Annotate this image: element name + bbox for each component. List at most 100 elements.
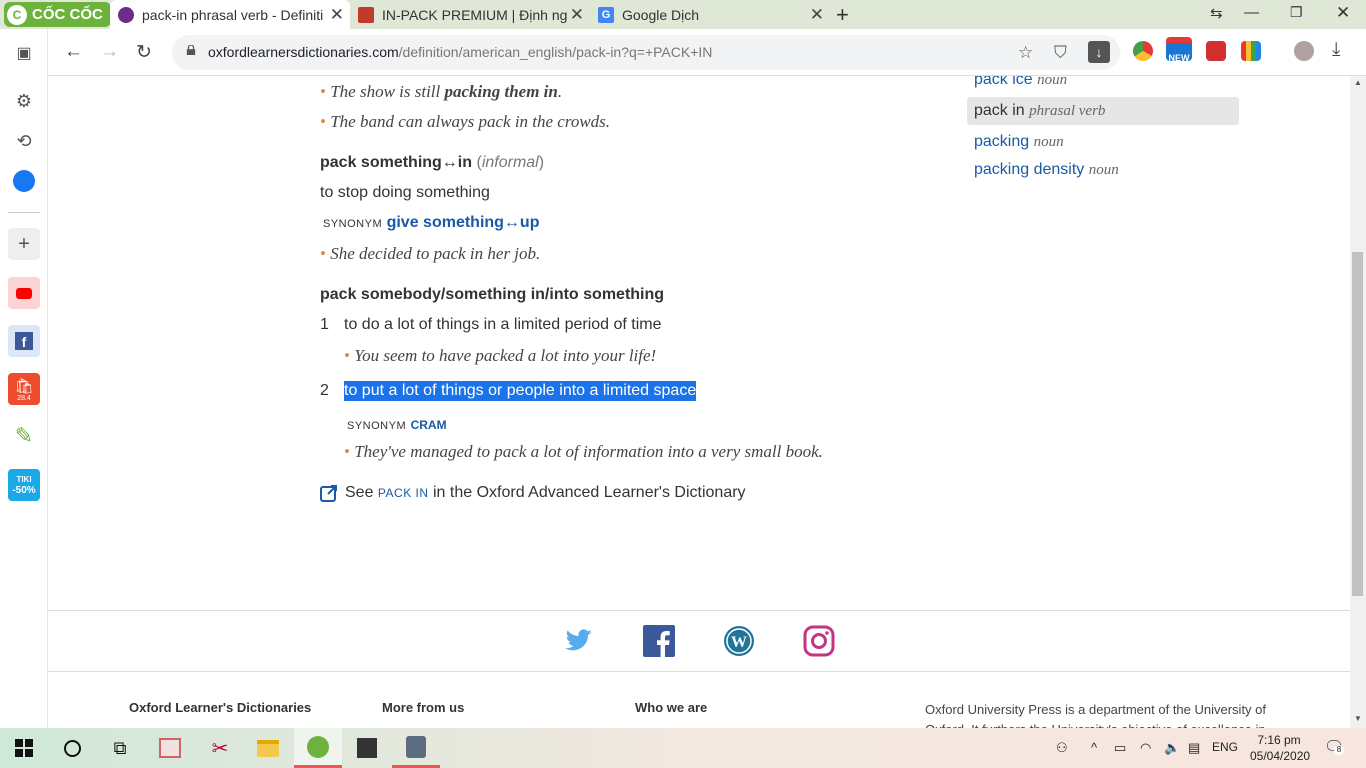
restore-tabs-icon[interactable]: ⇆: [1210, 4, 1223, 22]
vertical-scrollbar[interactable]: ▲ ▼: [1350, 76, 1366, 728]
forward-button[interactable]: →: [100, 41, 119, 63]
battery-icon[interactable]: ▭: [1114, 740, 1126, 756]
facebook-icon[interactable]: [643, 625, 675, 657]
extension-chrome-icon[interactable]: [1133, 41, 1153, 61]
related-pos: noun: [1037, 76, 1068, 88]
related-entry-packing-density[interactable]: packing density noun: [967, 156, 1239, 184]
example-sentence: • She decided to pack in her job.: [320, 244, 541, 263]
extension-colors-icon[interactable]: [1241, 41, 1261, 61]
synonym-line: SYNONYM give something↔up: [323, 214, 539, 232]
twitter-icon[interactable]: [562, 625, 594, 657]
related-entry-pack-in[interactable]: pack in phrasal verb: [967, 97, 1239, 125]
messenger-icon[interactable]: [8, 165, 40, 197]
scroll-up-icon[interactable]: ▲: [1354, 78, 1362, 87]
windows-start-icon[interactable]: [0, 728, 48, 768]
lock-icon: [186, 45, 196, 55]
example-text: She decided to pack in her job.: [330, 244, 541, 263]
bookmark-star-icon[interactable]: ☆: [1018, 43, 1033, 63]
maximize-button[interactable]: ❐: [1290, 4, 1303, 21]
related-entry-pack-ice[interactable]: pack ice noun: [967, 76, 1239, 94]
sidebar-toggle-icon[interactable]: ▣: [8, 37, 40, 69]
notification-count: 8: [1334, 745, 1344, 755]
related-entry-packing[interactable]: packing noun: [967, 128, 1239, 156]
example-text: The show is still: [330, 82, 445, 101]
definition: to do a lot of things in a limited perio…: [344, 316, 662, 333]
task-view-icon[interactable]: ⧉: [96, 728, 144, 768]
example-text: The band can always pack in the crowds.: [330, 112, 611, 131]
sense-number: 2: [320, 382, 329, 399]
people-icon[interactable]: ⚇: [1056, 740, 1068, 756]
related-pos: noun: [1088, 162, 1119, 178]
synonym-link[interactable]: give something↔up: [387, 214, 540, 231]
facebook-icon[interactable]: f: [8, 325, 40, 357]
shopee-icon[interactable]: 🛍 28.4: [8, 373, 40, 405]
url-path: /definition/american_english/pack-in?q=+…: [398, 44, 713, 60]
tiki-label: TIKI: [16, 475, 32, 484]
wifi-icon[interactable]: ◠: [1140, 740, 1151, 756]
display-icon[interactable]: ▤: [1188, 740, 1200, 756]
sticky-notes-icon[interactable]: [343, 728, 391, 768]
example-text: They've managed to pack a lot of informa…: [354, 442, 823, 461]
svg-text:W: W: [731, 634, 747, 651]
paint-app-icon[interactable]: ✂: [196, 728, 244, 768]
history-icon[interactable]: ⟲: [8, 125, 40, 157]
wordpress-icon[interactable]: W: [723, 625, 755, 657]
coccoc-sidebar-icon[interactable]: ✎: [8, 420, 40, 452]
footer-heading: Oxford Learner's Dictionaries: [129, 700, 312, 715]
scrollbar-thumb[interactable]: [1352, 252, 1363, 596]
tab-pack-in[interactable]: pack-in phrasal verb - Definiti ✕: [110, 0, 350, 29]
notifications-icon[interactable]: 🗨8: [1324, 737, 1344, 757]
app-grid-icon[interactable]: [146, 728, 194, 768]
synonym-line: SYNONYM CRAM: [347, 416, 447, 434]
close-tab-icon[interactable]: ✕: [330, 5, 344, 25]
close-tab-icon[interactable]: ✕: [810, 5, 824, 25]
profile-avatar[interactable]: [1294, 41, 1314, 61]
tab-google-translate[interactable]: G Google Dịch ✕: [590, 0, 830, 29]
back-button[interactable]: ←: [64, 41, 83, 63]
download-icon[interactable]: ↓: [1088, 41, 1110, 63]
file-explorer-icon[interactable]: [244, 728, 292, 768]
tab-in-pack[interactable]: IN-PACK PREMIUM | Định ngh ✕: [350, 0, 590, 29]
oald-link[interactable]: PACK IN: [378, 486, 429, 500]
coccoc-logo[interactable]: C CỐC CỐC: [4, 2, 111, 27]
clock-time: 7:16 pm: [1257, 733, 1301, 747]
downloads-icon[interactable]: ⤓: [1332, 39, 1340, 61]
related-word: packing density: [974, 161, 1085, 178]
footer-divider: [48, 671, 1350, 672]
definition-selected: to put a lot of things or people into a …: [344, 381, 697, 401]
new-tab-button[interactable]: +: [836, 2, 849, 28]
instagram-icon[interactable]: [803, 625, 835, 657]
phrasal-verb-headword: pack somebody/something in/into somethin…: [320, 286, 665, 303]
synonym-link[interactable]: CRAM: [411, 418, 447, 432]
close-window-button[interactable]: ✕: [1336, 3, 1350, 23]
volume-icon[interactable]: 🔈: [1164, 740, 1180, 756]
oxford-favicon-icon: [118, 6, 134, 23]
url-host: oxfordlearnersdictionaries.com: [208, 44, 399, 60]
example-bold: packing them in: [444, 82, 558, 101]
see-also-line: See PACK IN in the Oxford Advanced Learn…: [320, 484, 746, 502]
add-sidebar-item-icon[interactable]: +: [8, 228, 40, 260]
settings-gear-icon[interactable]: ⚙: [8, 85, 40, 117]
shield-icon[interactable]: ⛉: [1054, 43, 1067, 63]
tray-chevron-up-icon[interactable]: ^: [1091, 740, 1097, 755]
close-tab-icon[interactable]: ✕: [570, 5, 584, 25]
coccoc-taskbar-icon[interactable]: [294, 728, 342, 768]
sense-number: 1: [320, 316, 329, 333]
phrasal-verb-headword: pack something↔in: [320, 154, 473, 171]
minimize-button[interactable]: —: [1244, 4, 1259, 21]
app-taskbar-icon[interactable]: [392, 728, 440, 768]
clock[interactable]: 7:16 pm 05/04/2020: [1250, 732, 1310, 764]
page-content: • The show is still packing them in. • T…: [48, 76, 1350, 728]
reload-button[interactable]: ↻: [136, 41, 152, 64]
scroll-down-icon[interactable]: ▼: [1354, 714, 1362, 723]
tiki-icon[interactable]: TIKI -50%: [8, 469, 40, 501]
youtube-icon[interactable]: [8, 277, 40, 309]
extension-new-icon[interactable]: NEW: [1166, 37, 1192, 63]
see-text: See: [345, 484, 374, 501]
address-bar[interactable]: oxfordlearnersdictionaries.com/definitio…: [172, 35, 1120, 70]
search-circle-icon[interactable]: [48, 728, 96, 768]
language-indicator[interactable]: ENG: [1212, 740, 1238, 754]
extension-red-icon[interactable]: [1206, 41, 1226, 61]
related-word: pack ice: [974, 76, 1033, 88]
tab-title: pack-in phrasal verb - Definiti: [142, 6, 324, 23]
